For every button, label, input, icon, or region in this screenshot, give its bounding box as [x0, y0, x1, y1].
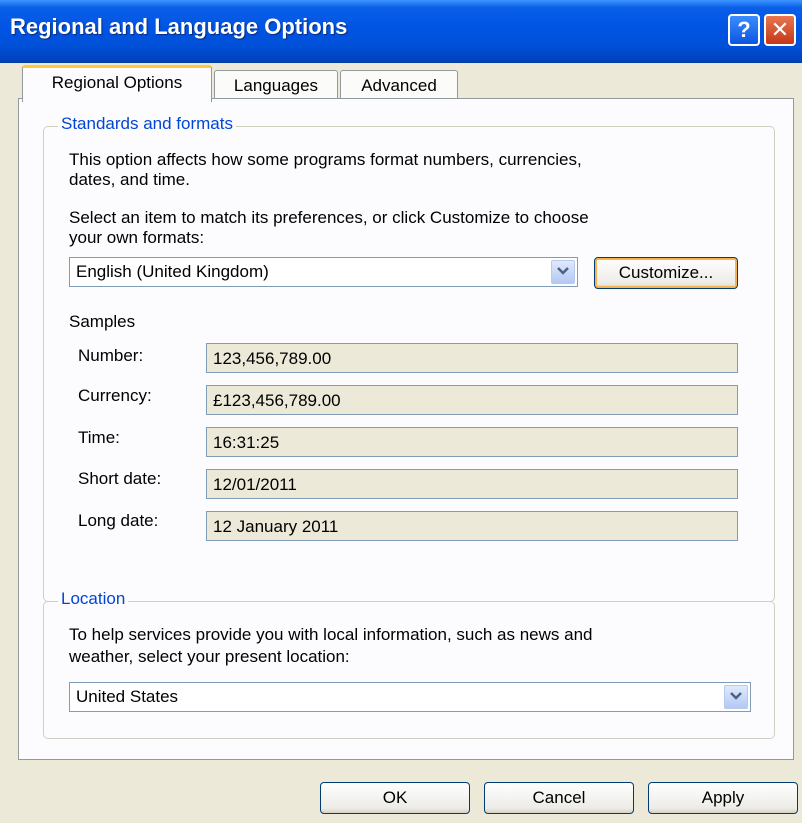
format-select[interactable]: English (United Kingdom): [69, 257, 578, 287]
format-select-value: English (United Kingdom): [76, 262, 269, 281]
ok-button[interactable]: OK: [320, 782, 470, 814]
format-select-dropdown-button[interactable]: [551, 260, 575, 284]
chevron-down-icon: [730, 692, 742, 700]
standards-description-line1: This option affects how some programs fo…: [69, 150, 582, 169]
sample-short-date-label: Short date:: [78, 469, 162, 488]
ok-button-label: OK: [382, 788, 408, 807]
sample-long-date-field: 12 January 2011: [206, 511, 738, 541]
location-group: Location To help services provide you wi…: [43, 589, 775, 739]
window-title: Regional and Language Options: [10, 14, 348, 39]
tab-panel-regional-options: Standards and formats This option affect…: [18, 98, 794, 760]
standards-formats-group: Standards and formats This option affect…: [43, 114, 775, 602]
close-button[interactable]: ✕: [764, 14, 796, 46]
location-select-dropdown-button[interactable]: [724, 685, 748, 709]
location-select-value: United States: [76, 687, 179, 706]
help-button[interactable]: ?: [728, 14, 760, 46]
tab-advanced[interactable]: Advanced: [340, 70, 458, 101]
location-group-label: Location: [58, 589, 129, 609]
sample-short-date-field: 12/01/2011: [206, 469, 738, 499]
cancel-button[interactable]: Cancel: [484, 782, 634, 814]
location-description-line2: weather, select your present location:: [69, 647, 350, 666]
sample-number-field: 123,456,789.00: [206, 343, 738, 373]
customize-button-label: Customize...: [618, 263, 714, 282]
tab-languages-label: Languages: [233, 76, 319, 95]
sample-long-date-value: 12 January 2011: [213, 517, 339, 536]
sample-number-label: Number:: [78, 346, 144, 365]
standards-formats-group-label: Standards and formats: [58, 114, 236, 134]
samples-label: Samples: [69, 312, 136, 331]
sample-currency-value: £123,456,789.00: [213, 391, 341, 410]
apply-button[interactable]: Apply: [648, 782, 798, 814]
sample-time-label: Time:: [78, 428, 120, 447]
customize-button[interactable]: Customize...: [594, 257, 738, 289]
dialog-window: Regional and Language Options ? ✕ Region…: [0, 0, 802, 823]
apply-button-label: Apply: [701, 788, 745, 807]
close-icon: ✕: [770, 17, 790, 42]
help-icon: ?: [737, 17, 751, 42]
sample-time-field: 16:31:25: [206, 427, 738, 457]
sample-short-date-value: 12/01/2011: [213, 475, 297, 494]
location-description-line1: To help services provide you with local …: [69, 625, 593, 644]
sample-currency-field: £123,456,789.00: [206, 385, 738, 415]
sample-number-value: 123,456,789.00: [213, 349, 332, 368]
sample-time-value: 16:31:25: [213, 433, 280, 452]
sample-currency-label: Currency:: [78, 386, 152, 405]
standards-description-line2: dates, and time.: [69, 170, 190, 189]
sample-long-date-label: Long date:: [78, 511, 159, 530]
tab-languages[interactable]: Languages: [214, 70, 338, 101]
chevron-down-icon: [557, 267, 569, 275]
standards-instruction-line1: Select an item to match its preferences,…: [69, 208, 589, 227]
tab-regional-options-label: Regional Options: [51, 73, 183, 92]
standards-instruction-line2: your own formats:: [69, 228, 205, 247]
title-bar[interactable]: Regional and Language Options ? ✕: [0, 0, 802, 63]
tab-regional-options[interactable]: Regional Options: [22, 65, 212, 102]
location-select[interactable]: United States: [69, 682, 751, 712]
tab-advanced-label: Advanced: [361, 76, 437, 95]
cancel-button-label: Cancel: [532, 788, 586, 807]
